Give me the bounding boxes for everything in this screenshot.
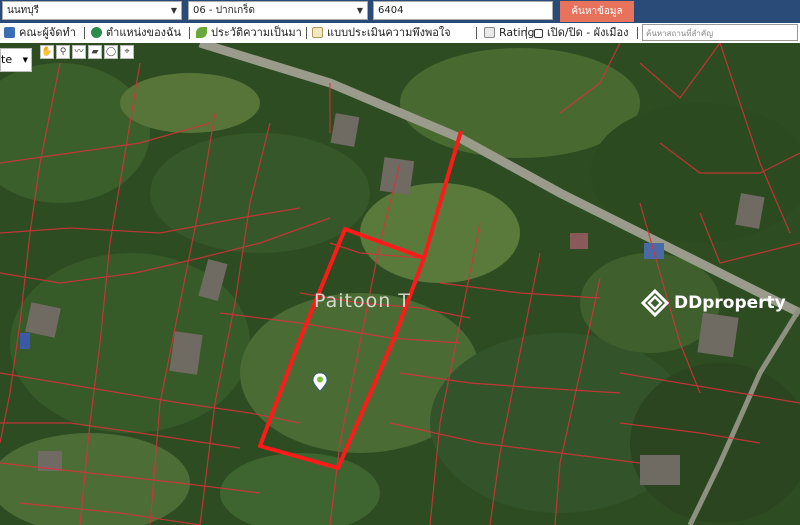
divider	[306, 27, 307, 39]
search-button[interactable]: ค้นหาข้อมูล	[560, 1, 634, 22]
menu-item-zoning-toggle[interactable]: เปิด/ปิด - ผังเมือง	[534, 23, 629, 43]
chevron-down-icon: ▼	[170, 6, 177, 15]
divider	[476, 27, 477, 39]
sprout-icon	[196, 27, 207, 38]
chevron-down-icon: ▼	[356, 6, 363, 15]
divider	[84, 27, 85, 39]
globe-icon	[91, 27, 102, 38]
chart-icon	[484, 27, 495, 38]
chevron-down-icon: ▼	[22, 56, 28, 64]
divider	[526, 27, 527, 39]
place-search-input[interactable]: ค้นหาสถานที่สำคัญ	[642, 24, 798, 41]
ddproperty-logo-text: DDproperty	[674, 293, 786, 313]
watermark-text: Paitoon T	[314, 290, 411, 312]
deed-number-input[interactable]: 6404	[373, 1, 553, 20]
menu-item-history[interactable]: ประวัติความเป็นมา	[196, 23, 302, 43]
circle-tool-icon[interactable]: ◯	[104, 45, 118, 59]
menu-label: Rating	[499, 26, 535, 39]
hand-pan-icon[interactable]: ✋	[40, 45, 54, 59]
menu-item-team[interactable]: คณะผู้จัดทำ	[4, 23, 76, 43]
menu-label: แบบประเมินความพึงพอใจ	[327, 26, 451, 39]
district-select[interactable]: 06 - ปากเกร็ด ▼	[188, 1, 368, 20]
map-layer-select[interactable]: te ▼	[0, 48, 32, 72]
divider	[189, 27, 190, 39]
divider	[637, 27, 638, 39]
district-value: 06 - ปากเกร็ด	[193, 5, 256, 16]
map-layer-value: te	[1, 53, 13, 66]
draw-toolbar: ✋ ⚲ 〰 ▰ ◯ ⌖	[40, 45, 134, 61]
deed-number-value: 6404	[378, 5, 404, 16]
polyline-tool-icon[interactable]: 〰	[72, 45, 86, 59]
menu-label: ประวัติความเป็นมา	[211, 26, 302, 39]
province-select[interactable]: นนทบุรี ▼	[2, 1, 182, 20]
checkbox-icon[interactable]	[534, 29, 543, 38]
menu-item-my-location[interactable]: ตำแหน่งของฉัน	[91, 23, 181, 43]
ddproperty-logo-icon	[640, 288, 670, 318]
province-value: นนทบุรี	[7, 5, 39, 16]
search-bar: นนทบุรี ▼ 06 - ปากเกร็ด ▼ 6404 ค้นหาข้อม…	[0, 0, 800, 23]
marker-tool-icon[interactable]: ⚲	[56, 45, 70, 59]
polygon-tool-icon[interactable]: ▰	[88, 45, 102, 59]
document-icon	[312, 27, 323, 38]
menu-label: ตำแหน่งของฉัน	[106, 26, 182, 39]
menu-label: เปิด/ปิด - ผังเมือง	[547, 26, 629, 39]
menu-label: คณะผู้จัดทำ	[19, 26, 76, 39]
ddproperty-logo: DDproperty	[640, 286, 786, 320]
satellite-map[interactable]	[0, 43, 800, 525]
book-icon	[4, 27, 15, 38]
menu-item-survey[interactable]: แบบประเมินความพึงพอใจ	[312, 23, 451, 43]
ruler-tool-icon[interactable]: ⌖	[120, 45, 134, 59]
